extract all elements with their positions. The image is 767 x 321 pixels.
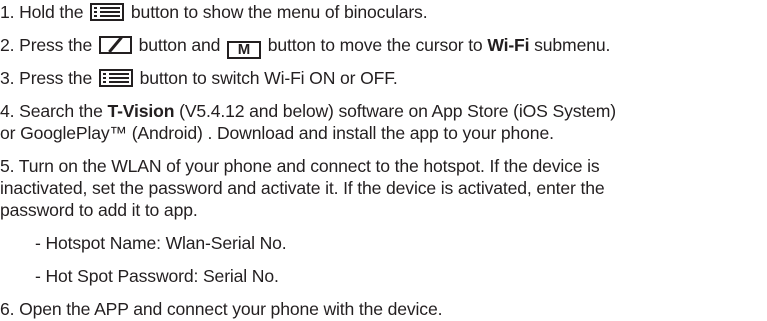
step-2-text-middle: button and [133, 35, 225, 55]
step-2-text-after: button to move the cursor to [262, 35, 488, 55]
step-1-text-after: button to show the menu of binoculars. [126, 2, 428, 22]
step-2-text-end: submenu. [529, 35, 611, 55]
menu-icon [90, 3, 125, 21]
step-1: 1. Hold the button to show the menu of b… [0, 1, 767, 23]
step-4-text-before: 4. Search the [0, 101, 108, 121]
step-2: 2. Press the button and M button to move… [0, 34, 767, 59]
step-3-text-before: 3. Press the [0, 68, 97, 88]
step-2-text-before: 2. Press the [0, 35, 97, 55]
step-4-line-1: 4. Search the T-Vision (V5.4.12 and belo… [0, 100, 767, 122]
step-6: 6. Open the APP and connect your phone w… [0, 299, 443, 319]
step-5-line-3: password to add it to app. [0, 200, 198, 220]
step-4-text-after: (V5.4.12 and below) software on App Stor… [174, 101, 616, 121]
menu-icon [98, 69, 133, 87]
step-3-text-after: button to switch Wi-Fi ON or OFF. [134, 68, 398, 88]
step-1-text-before: 1. Hold the [0, 2, 89, 22]
step-5-hotspot-name: - Hotspot Name: Wlan-Serial No. [35, 233, 287, 253]
step-3: 3. Press the button to switch Wi-Fi ON o… [0, 67, 767, 89]
m-button-icon: M [226, 41, 261, 59]
step-4-bold-tvision: T-Vision [107, 101, 175, 121]
step-5-line-1: 5. Turn on the WLAN of your phone and co… [0, 156, 600, 176]
step-5-hotspot-password: - Hot Spot Password: Serial No. [35, 266, 279, 286]
step-5-line-2: inactivated, set the password and activa… [0, 178, 605, 198]
slash-icon [98, 36, 132, 54]
step-4-line-2: or GooglePlay™ (Android) . Download and … [0, 123, 554, 143]
step-4: 4. Search the T-Vision (V5.4.12 and belo… [0, 100, 767, 144]
instruction-document: 1. Hold the button to show the menu of b… [0, 0, 767, 320]
step-5: 5. Turn on the WLAN of your phone and co… [0, 155, 767, 287]
step-2-bold-wifi: Wi-Fi [487, 35, 530, 55]
